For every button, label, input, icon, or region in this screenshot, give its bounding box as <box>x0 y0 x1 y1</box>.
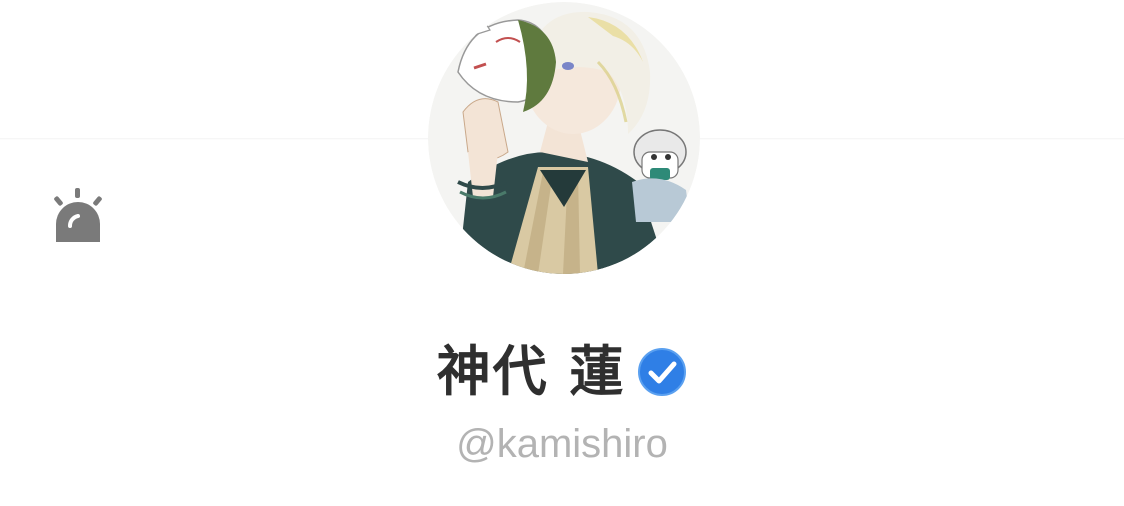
profile-avatar[interactable] <box>428 2 700 274</box>
profile-handle: @kamishiro <box>456 422 668 466</box>
display-name: 神代 蓮 <box>436 340 626 403</box>
siren-icon <box>54 188 102 242</box>
avatar-illustration <box>428 2 700 274</box>
profile-screen: 神代 蓮 @kamishiro <box>0 0 1124 506</box>
name-row: 神代 蓮 <box>0 336 1124 408</box>
verified-check-icon <box>638 348 687 396</box>
alert-button[interactable] <box>50 186 106 246</box>
